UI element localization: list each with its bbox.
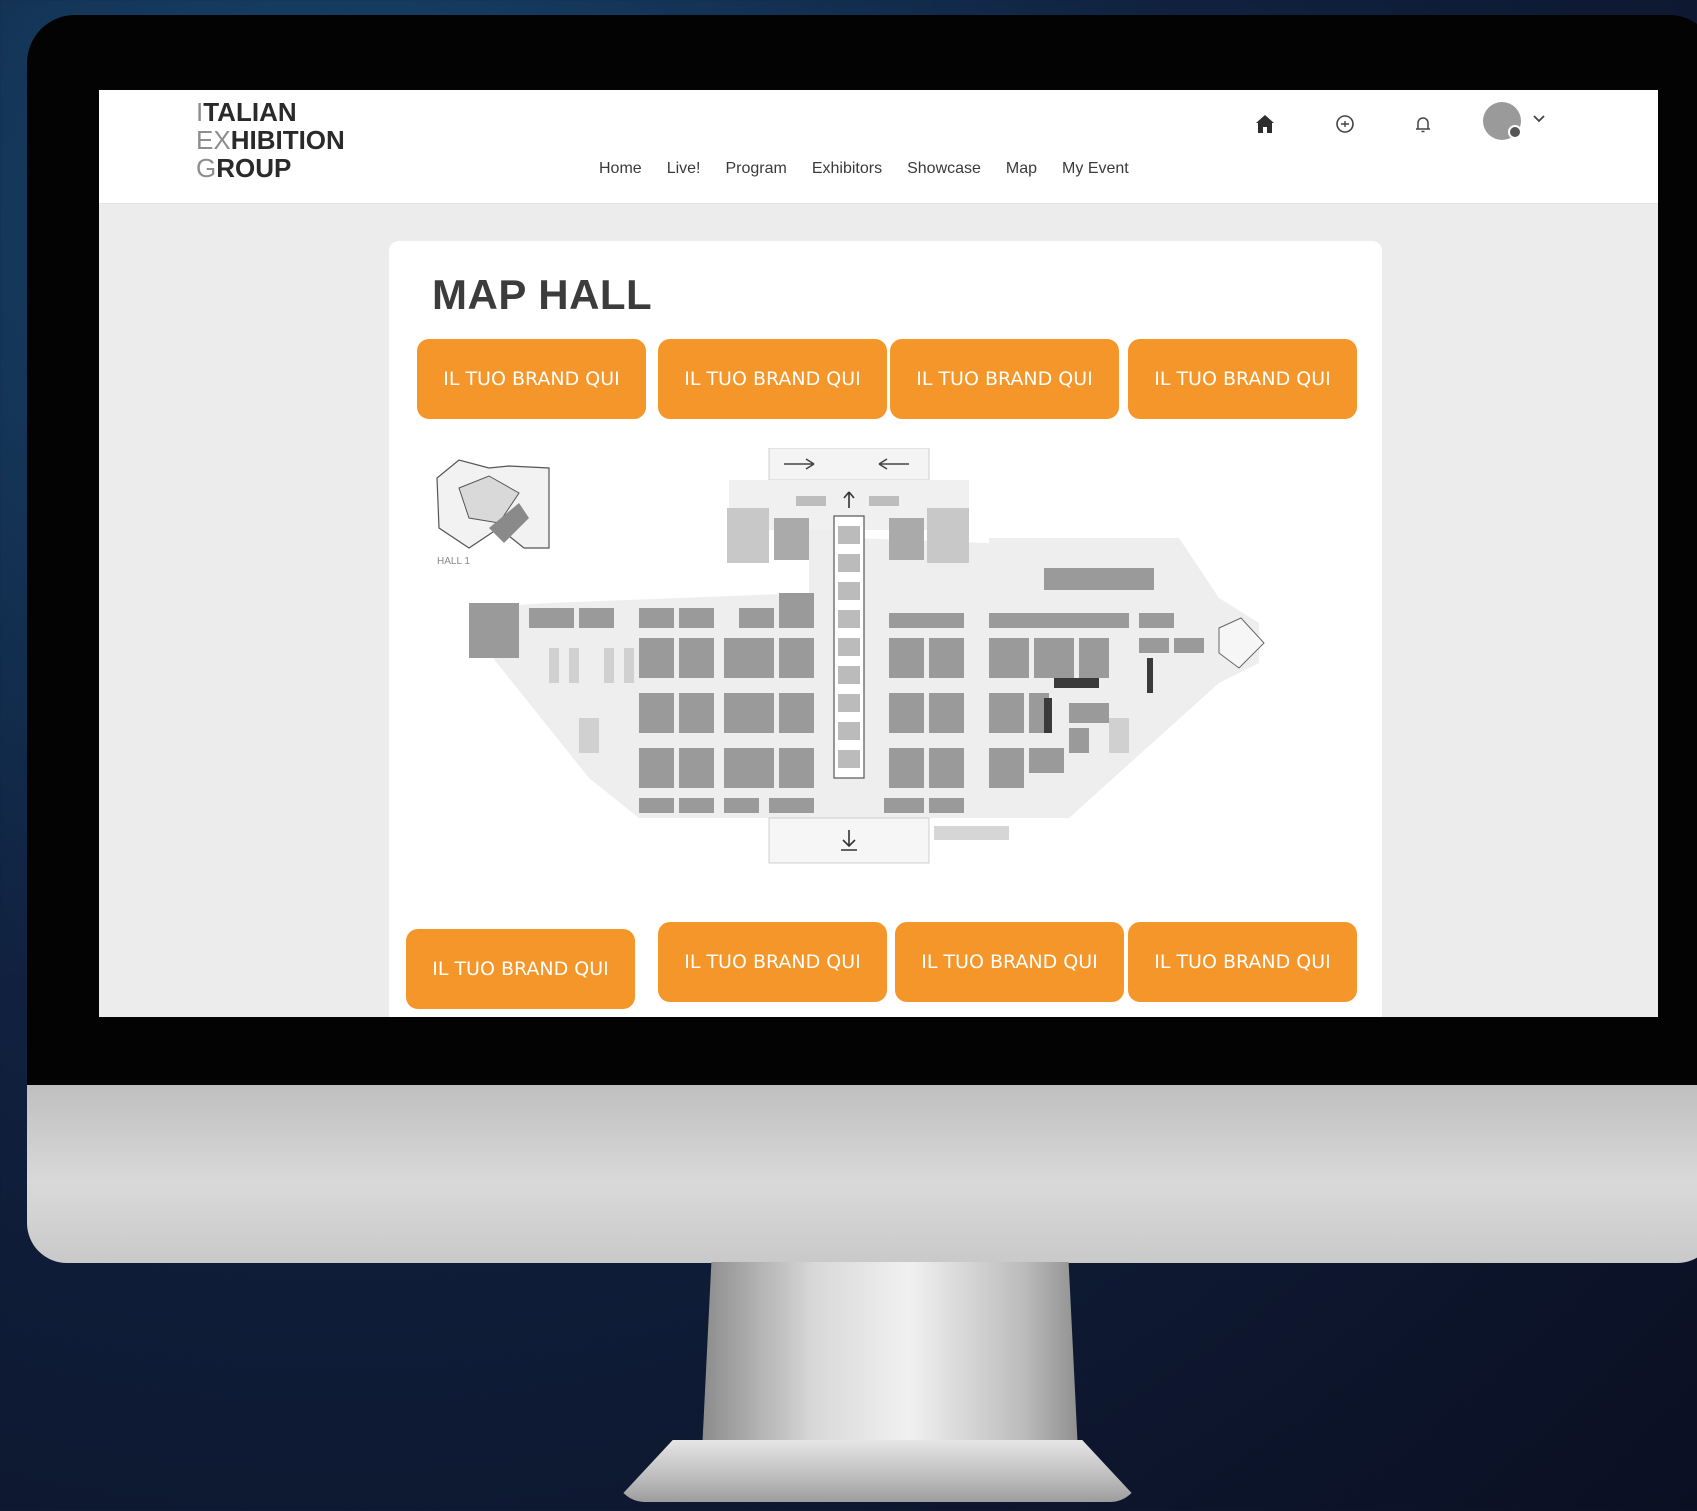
app-header: ITALIAN EXHIBITION GROUP Home Live! Prog… — [99, 90, 1658, 204]
brand-banner-top-2[interactable]: IL TUO BRAND QUI — [658, 339, 887, 419]
main-nav: Home Live! Program Exhibitors Showcase M… — [599, 160, 1154, 178]
hall-key-label: HALL 1 — [437, 556, 470, 567]
app-screen: ITALIAN EXHIBITION GROUP Home Live! Prog… — [99, 90, 1658, 1017]
brand-banner-bottom-3[interactable]: IL TUO BRAND QUI — [895, 922, 1124, 1002]
brand-banner-top-1[interactable]: IL TUO BRAND QUI — [417, 339, 646, 419]
monitor-stand-base — [615, 1440, 1140, 1502]
nav-item-my-event[interactable]: My Event — [1062, 160, 1129, 178]
logo[interactable]: ITALIAN EXHIBITION GROUP — [196, 98, 345, 182]
service-block-right — [927, 508, 969, 563]
nav-item-program[interactable]: Program — [725, 160, 786, 178]
brand-banner-bottom-2[interactable]: IL TUO BRAND QUI — [658, 922, 887, 1002]
page-title: MAP HALL — [432, 271, 653, 318]
nav-item-map[interactable]: Map — [1006, 160, 1037, 178]
brand-banner-bottom-4[interactable]: IL TUO BRAND QUI — [1128, 922, 1357, 1002]
bell-icon[interactable] — [1407, 108, 1439, 140]
nav-item-exhibitors[interactable]: Exhibitors — [812, 160, 882, 178]
brand-banner-top-3[interactable]: IL TUO BRAND QUI — [890, 339, 1119, 419]
brand-banner-top-4[interactable]: IL TUO BRAND QUI — [1128, 339, 1357, 419]
status-dot — [1508, 125, 1522, 139]
hall-map[interactable]: HALL 1 — [429, 448, 1309, 868]
logo-line-2: EXHIBITION — [196, 125, 345, 155]
chevron-down-icon[interactable] — [1529, 108, 1549, 128]
nav-item-live[interactable]: Live! — [667, 160, 701, 178]
logo-line-3: GROUP — [196, 153, 292, 183]
map-card: MAP HALL IL TUO BRAND QUI IL TUO BRAND Q… — [389, 241, 1382, 1017]
hall-key-map: HALL 1 — [436, 459, 550, 567]
brand-banner-bottom-1[interactable]: IL TUO BRAND QUI — [406, 929, 635, 1009]
chat-icon[interactable] — [1329, 108, 1361, 140]
home-icon[interactable] — [1249, 108, 1281, 140]
nav-item-showcase[interactable]: Showcase — [907, 160, 981, 178]
logo-line-1: ITALIAN — [196, 97, 297, 127]
service-block-left — [727, 508, 769, 563]
monitor-chin — [27, 1085, 1697, 1263]
avatar[interactable] — [1483, 102, 1522, 140]
nav-item-home[interactable]: Home — [599, 160, 642, 178]
